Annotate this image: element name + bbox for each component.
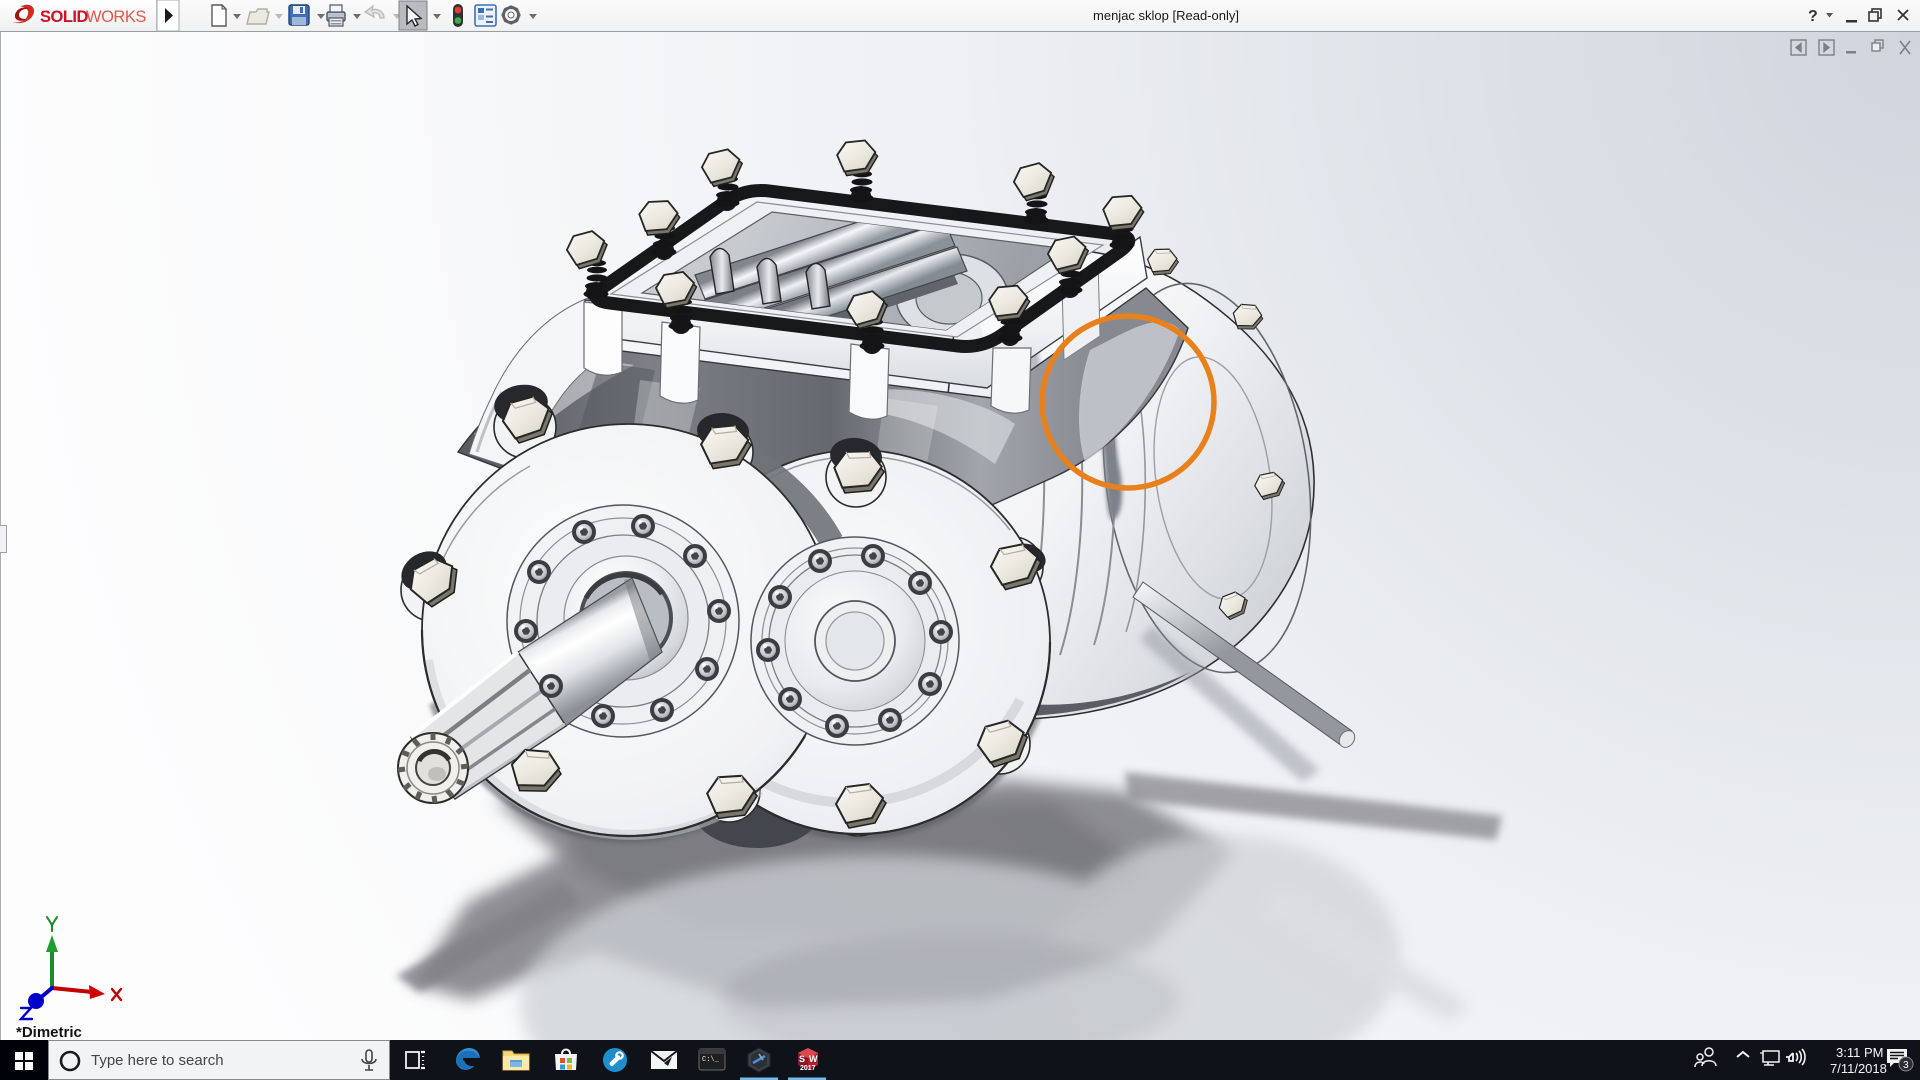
svg-text:SOLID: SOLID bbox=[40, 8, 89, 26]
svg-text:3:11 PM: 3:11 PM bbox=[1836, 1045, 1883, 1060]
svg-text:2017: 2017 bbox=[800, 1065, 816, 1072]
svg-text:C:\_: C:\_ bbox=[702, 1056, 720, 1064]
svg-text:*Dimetric: *Dimetric bbox=[16, 1024, 82, 1040]
svg-text:W: W bbox=[809, 1054, 818, 1064]
svg-text:WORKS: WORKS bbox=[86, 8, 146, 26]
svg-text:S: S bbox=[799, 1054, 805, 1064]
svg-text:7/11/2018: 7/11/2018 bbox=[1830, 1061, 1887, 1076]
svg-text:?: ? bbox=[1808, 8, 1818, 25]
svg-text:3: 3 bbox=[1903, 1060, 1909, 1071]
